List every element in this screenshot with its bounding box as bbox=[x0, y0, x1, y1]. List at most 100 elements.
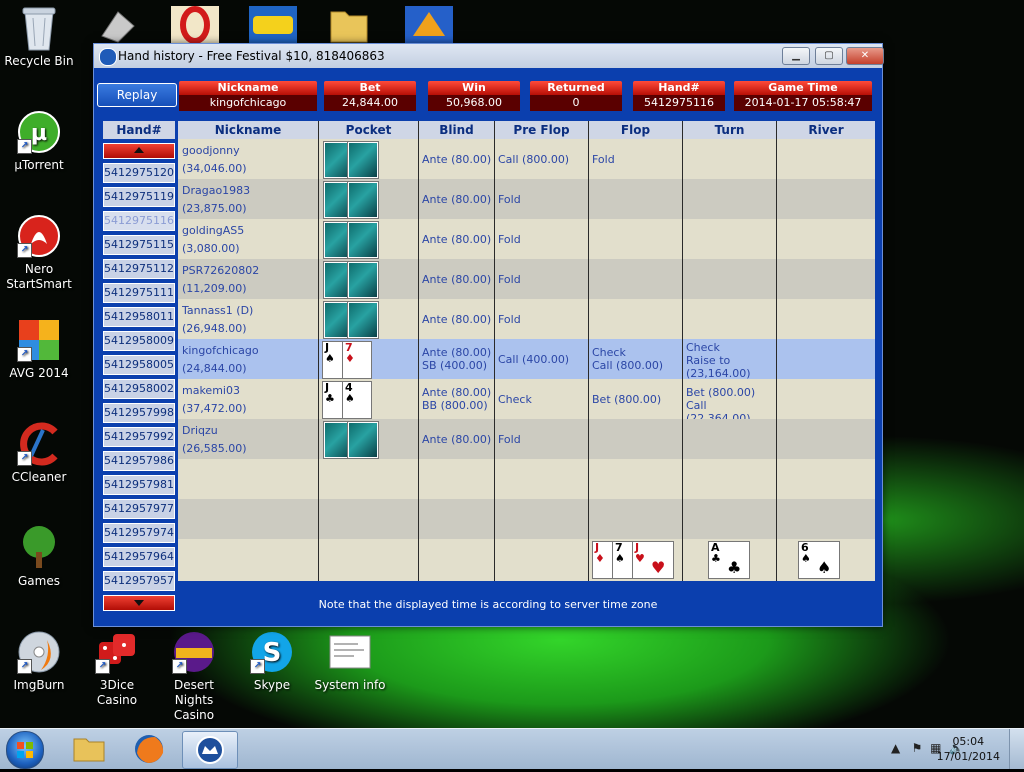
hand-list-item[interactable]: 5412958002 bbox=[103, 379, 175, 399]
window-titlebar[interactable]: Hand history - Free Festival $10, 818406… bbox=[94, 44, 884, 68]
cell-pocket: J ♣ 4 ♠ bbox=[320, 379, 418, 419]
card-suit: ♠ bbox=[801, 552, 811, 565]
player-name: Dragao1983 bbox=[182, 184, 251, 197]
sloto-cash-icon[interactable] bbox=[249, 6, 297, 44]
desktop-icon-imgburn[interactable]: ↗ ImgBurn bbox=[0, 630, 78, 693]
start-button[interactable] bbox=[6, 731, 44, 769]
hand-list-item[interactable]: 5412975119 bbox=[103, 187, 175, 207]
player-stack: (34,046.00) bbox=[182, 162, 247, 175]
desktop-icon-system-info[interactable]: System info bbox=[311, 630, 389, 693]
summary-value: 5412975116 bbox=[633, 95, 725, 111]
summary-value: 0 bbox=[530, 95, 622, 111]
windows-logo-icon bbox=[17, 742, 33, 758]
system-info-icon bbox=[328, 630, 372, 674]
hand-list-item[interactable]: 5412975111 bbox=[103, 283, 175, 303]
table-row: goodjonny (34,046.00) Ante (80.00) Call (80… bbox=[178, 139, 875, 179]
hand-list-item[interactable]: 5412957977 bbox=[103, 499, 175, 519]
column-header-flop: Flop bbox=[620, 123, 651, 137]
empty-table-row bbox=[178, 459, 875, 499]
minimize-button[interactable]: ▁ bbox=[782, 47, 810, 65]
summary-nickname: Nickname kingofchicago bbox=[179, 81, 317, 111]
partial-desktop-icon[interactable] bbox=[96, 6, 144, 44]
summary-label: Bet bbox=[324, 81, 416, 95]
poker-client-icon bbox=[196, 736, 224, 764]
action-text: Ante (80.00) bbox=[422, 346, 492, 359]
desktop-icon-desert-nights[interactable]: ↗ Desert Nights Casino bbox=[155, 630, 233, 723]
desktop-icon-utorrent[interactable]: µ ↗ µTorrent bbox=[0, 110, 78, 173]
action-center-flag-icon[interactable]: ⚑ bbox=[912, 741, 923, 755]
player-name: Driqzu bbox=[182, 424, 218, 437]
column-divider bbox=[318, 121, 319, 581]
card-back-icon bbox=[348, 422, 378, 458]
card-back-icon bbox=[348, 222, 378, 258]
column-divider bbox=[418, 121, 419, 581]
folder-icon[interactable] bbox=[327, 6, 375, 44]
hand-list-item[interactable]: 5412958005 bbox=[103, 355, 175, 375]
desktop-icon-nero[interactable]: ↗ Nero StartSmart bbox=[0, 214, 78, 292]
taskbar-poker-client-button[interactable] bbox=[182, 731, 238, 769]
desktop-icon-3dice[interactable]: ↗ 3Dice Casino bbox=[78, 630, 156, 708]
hand-list-item[interactable]: 5412958009 bbox=[103, 331, 175, 351]
table-row: Tannass1 (D) (26,948.00) Ante (80.00) Fold bbox=[178, 299, 875, 339]
action-text: Ante (80.00) bbox=[422, 193, 492, 206]
tray-expand-icon[interactable]: ▲ bbox=[891, 741, 900, 755]
desktop-icon-label: Desert Nights Casino bbox=[173, 678, 215, 722]
column-header-river: River bbox=[808, 123, 844, 137]
desktop-icon-games[interactable]: Games bbox=[0, 526, 78, 589]
hand-list-item[interactable]: 5412975115 bbox=[103, 235, 175, 255]
hand-list-item[interactable]: 5412957992 bbox=[103, 427, 175, 447]
card-pip: ♠ bbox=[817, 558, 832, 577]
replay-button[interactable]: Replay bbox=[97, 83, 177, 107]
avg-icon: ↗ bbox=[17, 318, 61, 362]
hand-list-item[interactable]: 5412957964 bbox=[103, 547, 175, 567]
hand-list-item[interactable]: 5412958011 bbox=[103, 307, 175, 327]
action-text: Call (400.00) bbox=[498, 353, 570, 366]
hand-list-item[interactable]: 5412957981 bbox=[103, 475, 175, 495]
desktop-icon-avg[interactable]: ↗ AVG 2014 bbox=[0, 318, 78, 381]
recycle-bin-icon bbox=[17, 6, 61, 51]
taskbar-explorer-button[interactable] bbox=[62, 731, 116, 767]
column-header-pocket: Pocket bbox=[345, 123, 392, 137]
utorrent-icon: µ ↗ bbox=[17, 110, 61, 154]
board-card-flop: J ♥ ♥ bbox=[632, 541, 674, 579]
hand-list-item[interactable]: 5412975120 bbox=[103, 163, 175, 183]
action-text: Bet (800.00) bbox=[592, 393, 662, 406]
taskbar-clock[interactable]: 05:04 17/01/2014 bbox=[937, 734, 1000, 764]
desktop-icon-skype[interactable]: S ↗ Skype bbox=[233, 630, 311, 693]
scroll-up-button[interactable] bbox=[103, 143, 175, 159]
action-text: SB (400.00) bbox=[422, 359, 488, 372]
close-button[interactable]: ✕ bbox=[846, 47, 884, 65]
shortcut-arrow-icon: ↗ bbox=[17, 347, 32, 362]
column-header-nickname: Nickname bbox=[214, 123, 282, 137]
cell-nickname: Dragao1983 (23,875.00) bbox=[182, 179, 316, 222]
player-stack: (37,472.00) bbox=[182, 402, 247, 415]
hand-list-item[interactable]: 5412957974 bbox=[103, 523, 175, 543]
hand-list-item[interactable]: 5412975112 bbox=[103, 259, 175, 279]
app-logo-icon bbox=[99, 48, 117, 66]
card-back-icon bbox=[348, 302, 378, 338]
action-text: Ante (80.00) bbox=[422, 233, 492, 246]
card-pip: ♥ bbox=[651, 558, 666, 577]
summary-win: Win 50,968.00 bbox=[428, 81, 520, 111]
hand-list-item[interactable]: 5412975116 bbox=[103, 211, 175, 231]
column-divider bbox=[494, 121, 495, 581]
hand-list-item[interactable]: 5412957998 bbox=[103, 403, 175, 423]
player-name: goodjonny bbox=[182, 144, 240, 157]
maximize-button[interactable]: ▢ bbox=[815, 47, 843, 65]
hand-list-item[interactable]: 5412957986 bbox=[103, 451, 175, 471]
desktop-icon-recycle-bin[interactable]: Recycle Bin bbox=[0, 6, 78, 69]
taskbar-firefox-button[interactable] bbox=[122, 731, 176, 767]
show-desktop-button[interactable] bbox=[1009, 729, 1024, 769]
player-name: makemi03 bbox=[182, 384, 240, 397]
action-text: Check bbox=[498, 393, 532, 406]
app-icon[interactable] bbox=[405, 6, 453, 44]
desktop-icon-label: AVG 2014 bbox=[9, 366, 69, 380]
desktop-icon-label: 3Dice Casino bbox=[96, 678, 138, 707]
desktop-icon-ccleaner[interactable]: ↗ CCleaner bbox=[0, 422, 78, 485]
card-back-icon bbox=[348, 182, 378, 218]
card-suit: ♣ bbox=[325, 392, 335, 405]
cell-nickname: goodjonny (34,046.00) bbox=[182, 139, 316, 182]
shortcut-arrow-icon: ↗ bbox=[172, 659, 187, 674]
opera-icon[interactable] bbox=[171, 6, 219, 44]
hand-list-item[interactable]: 5412957957 bbox=[103, 571, 175, 591]
